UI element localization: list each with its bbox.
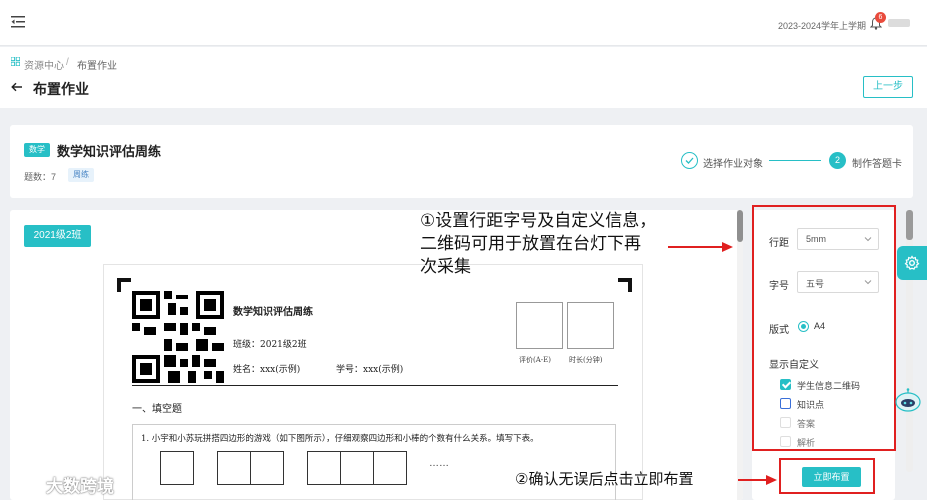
annotation-arrow-icon xyxy=(738,475,777,485)
annotation-arrow-icon xyxy=(668,242,733,252)
time-label: 时长(分钟) xyxy=(569,356,603,364)
time-box xyxy=(567,302,614,349)
annotation-highlight-settings xyxy=(752,205,896,451)
preview-scrollbar-thumb[interactable] xyxy=(737,210,743,242)
watermark-logo-icon xyxy=(10,474,40,489)
settings-toggle-tab[interactable] xyxy=(897,246,927,280)
annotation-2: ②确认无误后点击立即布置 xyxy=(515,470,694,488)
grid-icon xyxy=(11,57,20,66)
student-qr-code xyxy=(132,291,224,383)
annotation-highlight-submit xyxy=(779,458,875,494)
figure-square xyxy=(340,451,374,485)
sheet-student-number: 学号：xxx(示例) xyxy=(336,365,404,375)
watermark-text: 大数跨境 xyxy=(46,477,114,497)
step-connector xyxy=(769,160,821,161)
annotation-1-line-2: 二维码可用于放置在台灯下再 xyxy=(420,234,641,254)
sheet-title: 数学知识评估周练 xyxy=(233,307,313,318)
breadcrumb-current: 布置作业 xyxy=(77,61,117,72)
cycle-tag: 周练 xyxy=(68,168,94,182)
step-1-label: 选择作业对象 xyxy=(703,159,763,170)
preview-scrollbar-track[interactable] xyxy=(737,210,743,500)
subject-tag: 数学 xyxy=(24,143,50,157)
user-name-blurred[interactable] xyxy=(888,19,910,27)
notification-badge: 6 xyxy=(875,12,886,23)
menu-collapse-icon[interactable] xyxy=(11,16,25,28)
page-title: 布置作业 xyxy=(33,81,89,97)
question-count: 题数：7 xyxy=(24,172,57,182)
figure-square xyxy=(307,451,341,485)
corner-mark xyxy=(618,278,632,292)
step-2-label: 制作答题卡 xyxy=(852,159,902,170)
figure-square xyxy=(373,451,407,485)
figure-square xyxy=(217,451,251,485)
assistant-robot-icon[interactable] xyxy=(893,386,923,416)
top-bar: 2023-2024学年上学期 6 xyxy=(0,0,927,46)
sheet-class: 班级：2021级2班 xyxy=(233,340,307,350)
gear-icon xyxy=(904,255,920,270)
figure-square xyxy=(250,451,284,485)
annotation-1-line-3: 次采集 xyxy=(420,257,471,277)
page-scrollbar-thumb[interactable] xyxy=(906,210,913,240)
question-text: 1. 小宇和小苏玩拼搭四边形的游戏（如下图所示），仔细观察四边形和小棒的个数有什… xyxy=(141,434,539,444)
ellipsis: …… xyxy=(429,458,449,469)
score-label: 评价(A-E) xyxy=(519,356,551,364)
answer-sheet: 数学知识评估周练 班级：2021级2班 姓名：xxx(示例) 学号：xxx(示例… xyxy=(103,264,643,500)
figure-square xyxy=(160,451,194,485)
homework-title: 数学知识评估周练 xyxy=(57,144,162,159)
back-arrow-icon[interactable] xyxy=(11,82,23,92)
breadcrumb-separator: / xyxy=(66,57,69,68)
page-header: 资源中心 / 布置作业 布置作业 xyxy=(0,47,927,108)
section-title: 一、填空题 xyxy=(132,404,182,415)
homework-info-card: 数学 数学知识评估周练 题数：7 周练 选择作业对象 2 制作答题卡 xyxy=(10,125,913,198)
step-1-check-icon xyxy=(681,152,698,169)
breadcrumb-home[interactable]: 资源中心 xyxy=(24,57,64,72)
term-selector[interactable]: 2023-2024学年上学期 xyxy=(778,19,866,32)
step-2-number: 2 xyxy=(829,152,846,169)
class-tag[interactable]: 2021级2班 xyxy=(24,225,91,247)
corner-mark xyxy=(117,278,131,292)
score-box xyxy=(516,302,563,349)
prev-step-button[interactable]: 上一步 xyxy=(863,76,913,98)
sheet-student-name: 姓名：xxx(示例) xyxy=(233,365,301,375)
annotation-1-line-1: ①设置行距字号及自定义信息， xyxy=(420,211,657,231)
sheet-divider xyxy=(132,385,618,386)
annotation-1: ①设置行距字号及自定义信息， 二维码可用于放置在台灯下再 次采集 xyxy=(420,210,656,279)
